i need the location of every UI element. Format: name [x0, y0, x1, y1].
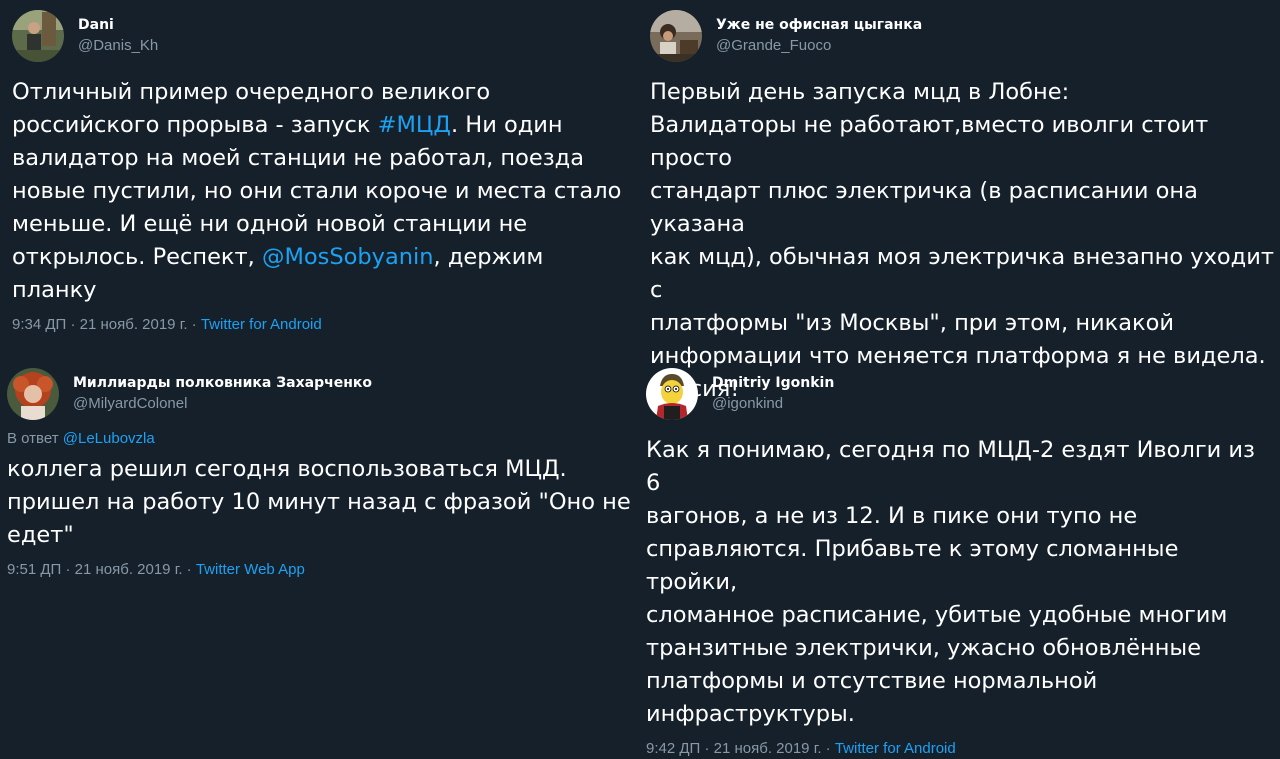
tweet-text-line: Отличный пример очередного великого	[12, 76, 632, 109]
reply-context: В ответ @LeLubovzla	[7, 430, 632, 447]
tweet-text-segment: меньше. И ещё ни одной новой станции не	[12, 211, 528, 237]
tweet-timestamp[interactable]: 9:42 ДП · 21 нояб. 2019 г. ·	[646, 740, 835, 757]
tweet-text-line: Первый день запуска мцд в Лобне:	[650, 76, 1275, 109]
reply-label: В ответ	[7, 430, 63, 447]
user-handle[interactable]: @Danis_Kh	[78, 36, 158, 56]
tweet-text-line: валидатор на моей станции не работал, по…	[12, 142, 632, 175]
tweet-text: Отличный пример очередного великого росси…	[12, 76, 632, 307]
display-name[interactable]: Dani	[78, 16, 158, 34]
user-handle[interactable]: @MilyardColonel	[73, 394, 372, 414]
tweet-text-line: платформы и отсутствие нормальной	[646, 665, 1276, 698]
user-handle[interactable]: @igonkind	[712, 394, 834, 414]
tweet-header: Dmitriy Igonkin @igonkind	[646, 366, 1276, 422]
tweet-meta: 9:42 ДП · 21 нояб. 2019 г. · Twitter for…	[646, 739, 1276, 759]
tweet-text-line: справляются. Прибавьте к этому сломанные…	[646, 533, 1276, 599]
avatar-image-icon	[646, 368, 698, 420]
tweet-text-segment: как мцд), обычная моя электричка внезапн…	[650, 244, 1274, 303]
tweet-text-segment: пришел на работу 10 минут назад с фразой…	[7, 489, 631, 515]
tweet-text-line: едет"	[7, 519, 632, 552]
tweet-text-line: Как я понимаю, сегодня по МЦД-2 ездят Ив…	[646, 434, 1276, 500]
tweet-text-segment: платформы "из Москвы", при этом, никакой	[650, 310, 1175, 336]
tweet-text-segment: российского прорыва - запуск	[12, 112, 378, 138]
tweet-text-segment: . Ни один	[450, 112, 563, 138]
tweet-text-line: коллега решил сегодня воспользоваться МЦ…	[7, 453, 632, 486]
tweet-text-line: вагонов, а не из 12. И в пике они тупо н…	[646, 500, 1276, 533]
tweet-text-segment: инфраструктуры.	[646, 701, 855, 727]
avatar[interactable]	[650, 10, 702, 62]
tweet-text-link[interactable]: #МЦД	[378, 112, 451, 138]
tweet-text-segment: Первый день запуска мцд в Лобне:	[650, 79, 1070, 105]
avatar-image-icon	[12, 10, 64, 62]
avatar[interactable]	[12, 10, 64, 62]
tweet-text-line: открылось. Респект, @MosSobyanin, держим…	[12, 241, 632, 307]
tweet-text-line: меньше. И ещё ни одной новой станции не	[12, 208, 632, 241]
display-name[interactable]: Миллиарды полковника Захарченко	[73, 374, 372, 392]
tweet-card: Миллиарды полковника Захарченко @Milyard…	[7, 366, 632, 580]
tweet-card: Уже не офисная цыганка @Grande_Fuoco Пер…	[650, 8, 1275, 406]
tweet-text-segment: платформы и отсутствие нормальной	[646, 668, 1098, 694]
tweet-text-segment: стандарт плюс электричка (в расписании о…	[650, 178, 1206, 237]
tweet-text-segment: справляются. Прибавьте к этому сломанные…	[646, 536, 1186, 595]
tweet-text-segment: Отличный пример очередного великого	[12, 79, 491, 105]
user-handle[interactable]: @Grande_Fuoco	[716, 36, 922, 56]
avatar-image-icon	[7, 368, 59, 420]
avatar[interactable]	[646, 368, 698, 420]
tweet-header: Миллиарды полковника Захарченко @Milyard…	[7, 366, 632, 422]
tweet-source-link[interactable]: Twitter Web App	[196, 561, 305, 578]
tweet-text-segment: коллега решил сегодня воспользоваться МЦ…	[7, 456, 567, 482]
tweet-text-segment: Как я понимаю, сегодня по МЦД-2 ездят Ив…	[646, 437, 1263, 496]
display-name[interactable]: Уже не офисная цыганка	[716, 16, 922, 34]
display-name[interactable]: Dmitriy Igonkin	[712, 374, 834, 392]
tweet-text-line: инфраструктуры.	[646, 698, 1276, 731]
tweet-source-link[interactable]: Twitter for Android	[835, 740, 956, 757]
tweet-text: Как я понимаю, сегодня по МЦД-2 ездят Ив…	[646, 434, 1276, 731]
reply-to-link[interactable]: @LeLubovzla	[63, 430, 155, 447]
tweet-text-segment: едет"	[7, 522, 74, 548]
tweet-text-segment: новые пустили, но они стали короче и мес…	[12, 178, 622, 204]
tweet-meta: 9:34 ДП · 21 нояб. 2019 г. · Twitter for…	[12, 315, 632, 335]
tweet-header: Уже не офисная цыганка @Grande_Fuoco	[650, 8, 1275, 64]
tweet-text-segment: открылось. Респект,	[12, 244, 262, 270]
tweet-meta: 9:51 ДП · 21 нояб. 2019 г. · Twitter Web…	[7, 560, 632, 580]
tweet-text-line: российского прорыва - запуск #МЦД. Ни од…	[12, 109, 632, 142]
tweet-card: Dmitriy Igonkin @igonkind Как я понимаю,…	[646, 366, 1276, 759]
tweet-source-link[interactable]: Twitter for Android	[201, 316, 322, 333]
tweet-text-line: платформы "из Москвы", при этом, никакой	[650, 307, 1275, 340]
tweet-text-segment: вагонов, а не из 12. И в пике они тупо н…	[646, 503, 1138, 529]
avatar-image-icon	[650, 10, 702, 62]
tweet-text-segment: валидатор на моей станции не работал, по…	[12, 145, 585, 171]
tweet-text-line: стандарт плюс электричка (в расписании о…	[650, 175, 1275, 241]
tweet-text-line: новые пустили, но они стали короче и мес…	[12, 175, 632, 208]
tweet-header: Dani @Danis_Kh	[12, 8, 632, 64]
tweet-text-line: сломанное расписание, убитые удобные мно…	[646, 599, 1276, 632]
tweet-text-line: Валидаторы не работают,вместо иволги сто…	[650, 109, 1275, 175]
tweet-text-link[interactable]: @MosSobyanin	[262, 244, 434, 270]
tweet-text-segment: транзитные электрички, ужасно обновлённы…	[646, 635, 1202, 661]
tweet-timestamp[interactable]: 9:34 ДП · 21 нояб. 2019 г. ·	[12, 316, 201, 333]
avatar[interactable]	[7, 368, 59, 420]
tweet-text-segment: Валидаторы не работают,вместо иволги сто…	[650, 112, 1216, 171]
tweet-text: Первый день запуска мцд в Лобне: Валидато…	[650, 76, 1275, 406]
tweet-text-segment: сломанное расписание, убитые удобные мно…	[646, 602, 1228, 628]
tweet-text-line: пришел на работу 10 минут назад с фразой…	[7, 486, 632, 519]
tweet-text-line: транзитные электрички, ужасно обновлённы…	[646, 632, 1276, 665]
tweet-card: Dani @Danis_Kh Отличный пример очередног…	[12, 8, 632, 335]
tweet-text-line: как мцд), обычная моя электричка внезапн…	[650, 241, 1275, 307]
tweet-text: коллега решил сегодня воспользоваться МЦ…	[7, 453, 632, 552]
tweet-timestamp[interactable]: 9:51 ДП · 21 нояб. 2019 г. ·	[7, 561, 196, 578]
